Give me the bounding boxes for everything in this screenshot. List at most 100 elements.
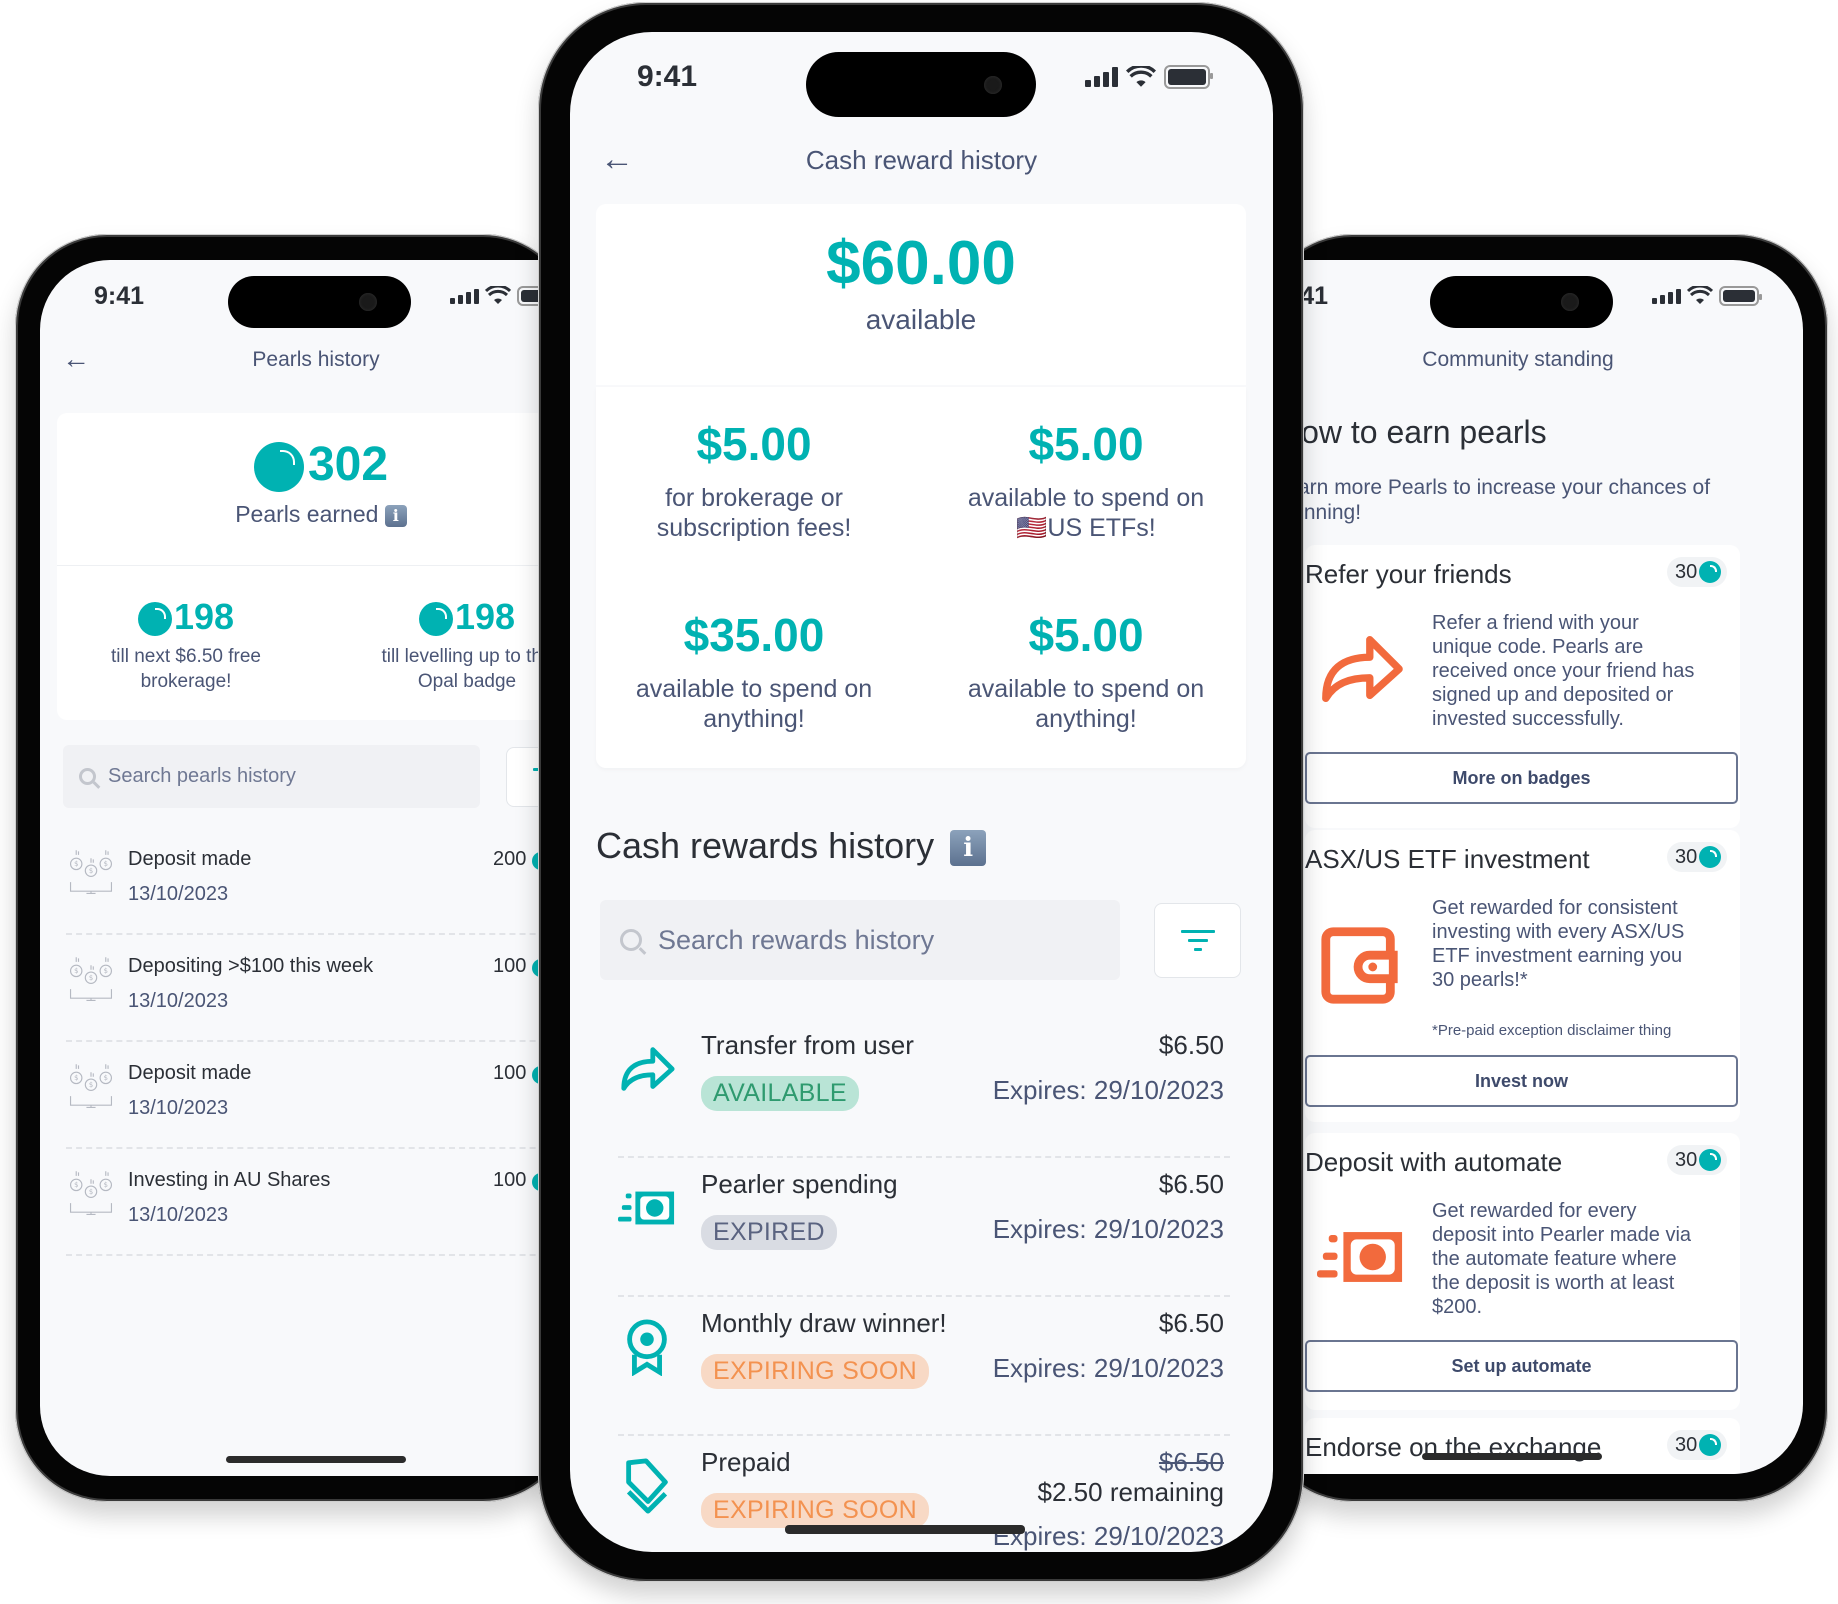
svg-text:$: $ (74, 1074, 78, 1082)
search-pearls-input[interactable]: Search pearls history (63, 745, 480, 808)
wifi-icon (1126, 65, 1156, 87)
filter-button[interactable] (1154, 903, 1241, 978)
breakdown-desc-line: available to spend on (635, 675, 873, 703)
search-rewards-input[interactable]: Search rewards history (600, 900, 1120, 980)
search-icon (620, 929, 642, 951)
home-indicator (1422, 1453, 1602, 1460)
battery-icon (1719, 286, 1762, 306)
earn-card: Refer your friends 30 Refer a friend with … (1305, 545, 1740, 828)
reward-row[interactable]: Monthly draw winner! EXPIRING SOON $6.50 Ex… (618, 1296, 1230, 1436)
earn-card: Deposit with automate 30 Get rewarded for … (1305, 1133, 1740, 1410)
reward-row[interactable]: Prepaid EXPIRING SOON $6.50 $2.50 remaining… (618, 1435, 1230, 1552)
reward-row[interactable]: Transfer from user AVAILABLE $6.50 Expires:… (618, 1018, 1230, 1158)
item-date: 13/10/2023 (128, 990, 229, 1012)
item-title: Deposit made (128, 848, 252, 870)
earn-card: Endorse on the exchange 30 (1305, 1418, 1740, 1474)
pearl-icon (253, 442, 304, 493)
status-icons (1085, 65, 1213, 89)
item-points: 100 (493, 1062, 527, 1084)
earn-card-title: Deposit with automate (1305, 1147, 1563, 1177)
points-badge: 30 (1667, 1430, 1728, 1460)
reward-title: Transfer from user (701, 1030, 914, 1060)
earn-card-title: Refer your friends (1305, 559, 1512, 589)
coins-deposit-icon: $ $ $ (66, 955, 116, 1010)
home-indicator (226, 1456, 406, 1463)
cash-note-icon (1317, 1213, 1405, 1306)
breakdown-desc-line: for brokerage or (665, 484, 843, 512)
stat-next-brokerage: 198 till next $6.50 free brokerage! (111, 596, 261, 692)
cash-breakdown-card: $5.00 for brokerage or subscription fees! $… (596, 387, 1246, 768)
cash-total-label: available (865, 304, 977, 335)
breakdown-desc-line: available to spend on (967, 675, 1205, 703)
status-icons (1652, 286, 1762, 306)
svg-text:$: $ (104, 1181, 108, 1189)
earn-card-description: Refer a friend with your unique code. Pea… (1432, 612, 1695, 730)
status-badge: EXPIRING SOON (701, 1493, 929, 1528)
list-item[interactable]: $ $ $ Depositing >$100 this week 13/10/2023 1… (66, 945, 560, 1042)
points-badge: 30 (1667, 557, 1728, 587)
breakdown-amount: $35.00 (683, 609, 825, 661)
pearls-total: 302 (57, 437, 560, 493)
page-title: Community standing (1422, 348, 1614, 371)
battery-icon (1164, 65, 1213, 89)
earn-card-description: Get rewarded for every deposit into Pearl… (1432, 1200, 1692, 1318)
pearls-total-label: Pearls earned i (57, 501, 560, 528)
right-phone-screen: 9:41 Community standing How to earn pear… (1300, 260, 1803, 1474)
wifi-icon (1687, 286, 1713, 304)
list-divider (66, 933, 560, 935)
svg-text:$: $ (89, 867, 93, 875)
coins-deposit-icon: $ $ $ (66, 848, 116, 903)
points-badge: 30 (1667, 842, 1728, 872)
coins-deposit-icon: $ $ $ (66, 1169, 116, 1224)
pearl-icon (1699, 846, 1722, 868)
cash-note-icon (618, 1179, 676, 1242)
info-icon[interactable]: i (950, 830, 987, 867)
list-item[interactable]: $ $ $ Deposit made 13/10/2023 200 (66, 838, 560, 935)
breakdown-amount: $5.00 (696, 418, 812, 470)
svg-text:$: $ (89, 1081, 93, 1089)
list-item[interactable]: $ $ $ Deposit made 13/10/2023 100 (66, 1052, 560, 1149)
item-date: 13/10/2023 (128, 1204, 229, 1226)
svg-text:$: $ (89, 1188, 93, 1196)
reward-title: Monthly draw winner! (701, 1308, 947, 1338)
breakdown-cell: $35.00 available to spend on anything! (594, 608, 914, 734)
svg-text:$: $ (74, 967, 78, 975)
list-item[interactable]: $ $ $ Investing in AU Shares 13/10/2023 100 (66, 1159, 560, 1256)
pearl-icon (418, 602, 453, 637)
left-phone-screen: 9:41 ← Pearls history 302 Pearls earned … (40, 260, 560, 1476)
reward-row[interactable]: Pearler spending EXPIRED $6.50 Expires: 29/… (618, 1157, 1230, 1297)
status-badge: EXPIRING SOON (701, 1354, 929, 1389)
reward-amount: $6.50 (1158, 1308, 1224, 1338)
breakdown-desc-line: available to spend on (967, 484, 1205, 512)
page-title: Pearls history (252, 348, 380, 371)
breakdown-cell: $5.00 for brokerage or subscription fees! (594, 417, 914, 543)
coins-deposit-icon: $ $ $ (66, 1062, 116, 1117)
status-time: 9:41 (637, 60, 698, 93)
earn-card-button[interactable]: Invest now (1305, 1055, 1738, 1107)
info-icon[interactable]: i (384, 504, 407, 527)
pearl-icon (137, 602, 172, 637)
dynamic-island (228, 276, 411, 328)
wifi-icon (485, 286, 511, 304)
earn-card: ASX/US ETF investment 30 Get rewarded for … (1305, 830, 1740, 1122)
status-badge: EXPIRED (701, 1215, 837, 1250)
item-date: 13/10/2023 (128, 1097, 229, 1119)
breakdown-cell: $5.00 available to spend on anything! (926, 608, 1246, 734)
section-heading: Cash rewards history i (596, 825, 987, 867)
search-icon (79, 768, 96, 785)
item-date: 13/10/2023 (128, 883, 229, 905)
card-divider (57, 565, 560, 566)
section-heading: How to earn pearls (1300, 414, 1547, 450)
breakdown-desc-line: anything! (703, 705, 805, 733)
dynamic-island (806, 52, 1036, 117)
dynamic-island (1430, 276, 1613, 328)
cash-total-amount: $60.00 (826, 229, 1016, 298)
breakdown-cell: $5.00 available to spend on 🇺🇸US ETFs! (926, 417, 1246, 543)
status-time: 9:41 (1300, 282, 1329, 310)
breakdown-desc-line: 🇺🇸US ETFs! (1016, 514, 1156, 542)
wallet-icon (1317, 920, 1405, 1013)
earn-card-button[interactable]: Set up automate (1305, 1340, 1738, 1392)
item-points: 100 (493, 1169, 527, 1191)
breakdown-desc-line: subscription fees! (656, 514, 852, 542)
earn-card-button[interactable]: More on badges (1305, 752, 1738, 804)
